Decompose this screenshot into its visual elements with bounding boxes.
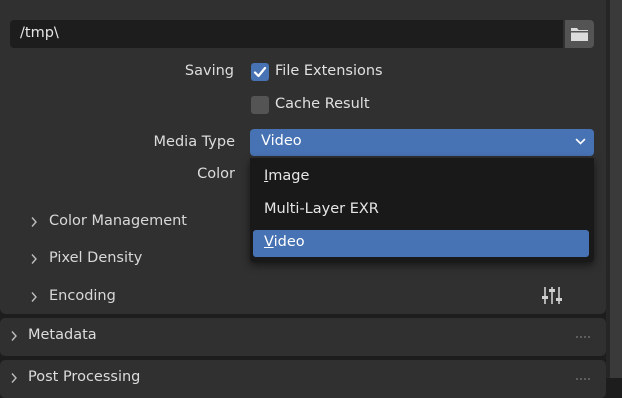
chevron-right-icon [31, 292, 37, 302]
folder-icon [571, 28, 588, 41]
media-type-value: Video [261, 133, 302, 149]
menu-option-multilayer-exr[interactable]: Multi-Layer EXR [253, 197, 589, 224]
option-label: Image [264, 168, 309, 184]
chevron-right-icon [11, 373, 17, 383]
output-panel: /tmp\ Saving File Extensions Cache Resul… [0, 0, 606, 314]
subpanel-label: Pixel Density [49, 250, 143, 266]
section-label: Post Processing [28, 369, 141, 385]
menu-option-video[interactable]: Video [253, 230, 589, 257]
menu-option-image[interactable]: Image [253, 164, 589, 191]
cache-result-checkbox[interactable] [251, 96, 269, 114]
file-extensions-label[interactable]: File Extensions [275, 63, 383, 79]
cache-result-label[interactable]: Cache Result [275, 96, 370, 112]
option-label-rest: ideo [273, 234, 305, 250]
chevron-right-icon [31, 217, 37, 227]
option-label: Video [264, 234, 305, 250]
option-mnemonic: V [264, 234, 274, 250]
section-label: Metadata [28, 327, 97, 343]
chevron-down-icon [575, 138, 586, 145]
file-extensions-checkbox[interactable] [251, 63, 269, 81]
presets-sliders-icon[interactable] [540, 284, 564, 306]
drag-grip-icon[interactable] [576, 336, 592, 340]
chevron-right-icon [31, 254, 37, 264]
option-label-rest: mage [268, 168, 310, 184]
color-label: Color [197, 166, 235, 182]
subpanel-label: Encoding [49, 288, 116, 304]
chevron-right-icon [11, 331, 17, 341]
media-type-select[interactable]: Video [250, 129, 594, 156]
drag-grip-icon[interactable] [576, 378, 592, 382]
section-post-processing[interactable]: Post Processing [0, 360, 606, 398]
right-region [610, 0, 622, 378]
output-path-field[interactable]: /tmp\ [10, 20, 563, 48]
checkmark-icon [253, 66, 267, 78]
section-metadata[interactable]: Metadata [0, 318, 606, 356]
output-path-value: /tmp\ [20, 25, 59, 41]
saving-label: Saving [184, 63, 234, 79]
browse-folder-button[interactable] [565, 20, 594, 48]
subpanel-label: Color Management [49, 213, 187, 229]
media-type-dropdown-menu: Image Multi-Layer EXR Video [250, 158, 594, 262]
media-type-label: Media Type [153, 134, 235, 150]
option-label: Multi-Layer EXR [264, 201, 379, 217]
